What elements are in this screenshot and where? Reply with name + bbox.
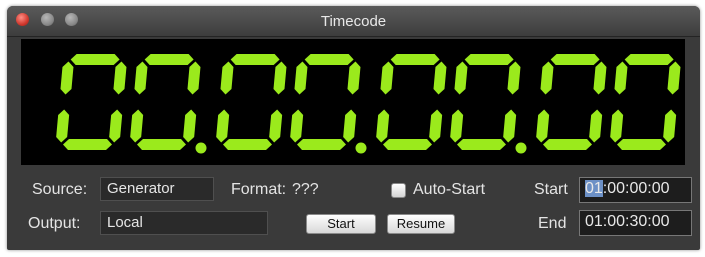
segment-d	[296, 139, 346, 150]
segment-a	[550, 54, 600, 65]
segment-f	[220, 61, 234, 95]
segment-f	[454, 61, 468, 95]
timecode-digit	[290, 54, 361, 150]
segment-b	[113, 61, 127, 95]
segment-a	[230, 54, 280, 65]
segment-b	[667, 61, 681, 95]
segment-e	[376, 109, 390, 143]
segment-d	[616, 139, 666, 150]
timecode-digit	[130, 54, 201, 150]
separator-dot	[515, 142, 527, 154]
segment-e	[56, 109, 70, 143]
segment-d	[62, 139, 112, 150]
format-label: Format:	[231, 181, 287, 198]
separator-dot	[355, 142, 367, 154]
timecode-digit	[610, 54, 681, 150]
segment-f	[134, 61, 148, 95]
segment-b	[507, 61, 521, 95]
segment-e	[216, 109, 230, 143]
segment-d	[382, 139, 432, 150]
title-bar[interactable]: Timecode	[7, 6, 700, 37]
output-label: Output:	[28, 215, 81, 232]
segment-d	[222, 139, 272, 150]
separator-dot	[195, 142, 207, 154]
segment-e	[536, 109, 550, 143]
segment-d	[456, 139, 506, 150]
timecode-digit	[536, 54, 607, 150]
segment-c	[663, 109, 677, 143]
segment-f	[540, 61, 554, 95]
segment-c	[343, 109, 357, 143]
timecode-digit	[376, 54, 447, 150]
start-time-rest: :00:00:00	[602, 180, 670, 197]
timecode-display	[21, 39, 685, 165]
segment-c	[109, 109, 123, 143]
timecode-digit	[56, 54, 127, 150]
source-field[interactable]: Generator	[100, 177, 214, 201]
resume-button[interactable]: Resume	[387, 214, 455, 234]
format-value: ???	[292, 181, 319, 198]
end-time-field[interactable]: 01:00:30:00	[579, 210, 692, 236]
segment-b	[187, 61, 201, 95]
segment-a	[624, 54, 674, 65]
start-time-label: Start	[534, 181, 568, 198]
segment-a	[304, 54, 354, 65]
auto-start-label: Auto-Start	[413, 181, 486, 198]
segment-c	[183, 109, 197, 143]
timecode-digit	[216, 54, 287, 150]
segment-d	[542, 139, 592, 150]
segment-b	[273, 61, 287, 95]
segment-f	[294, 61, 308, 95]
segment-e	[130, 109, 144, 143]
segment-a	[390, 54, 440, 65]
segment-a	[464, 54, 514, 65]
segment-c	[269, 109, 283, 143]
segment-b	[433, 61, 447, 95]
start-time-field[interactable]: 01:00:00:00	[579, 177, 692, 203]
timecode-window: Timecode Source: Generator Format: ??? A…	[7, 6, 700, 250]
output-field[interactable]: Local	[100, 211, 268, 235]
end-time-label: End	[538, 215, 567, 232]
segment-e	[290, 109, 304, 143]
auto-start-checkbox[interactable]	[391, 183, 406, 198]
segment-e	[450, 109, 464, 143]
timecode-digits	[56, 54, 681, 154]
segment-a	[144, 54, 194, 65]
segment-c	[429, 109, 443, 143]
start-time-selection: 01	[585, 180, 603, 197]
segment-f	[380, 61, 394, 95]
segment-f	[614, 61, 628, 95]
segment-c	[503, 109, 517, 143]
segment-c	[589, 109, 603, 143]
segment-a	[70, 54, 120, 65]
segment-f	[60, 61, 74, 95]
segment-b	[347, 61, 361, 95]
segment-e	[610, 109, 624, 143]
segment-d	[136, 139, 186, 150]
source-label: Source:	[32, 181, 88, 198]
start-button[interactable]: Start	[306, 214, 376, 234]
segment-b	[593, 61, 607, 95]
timecode-digit	[450, 54, 521, 150]
window-title: Timecode	[320, 13, 387, 30]
